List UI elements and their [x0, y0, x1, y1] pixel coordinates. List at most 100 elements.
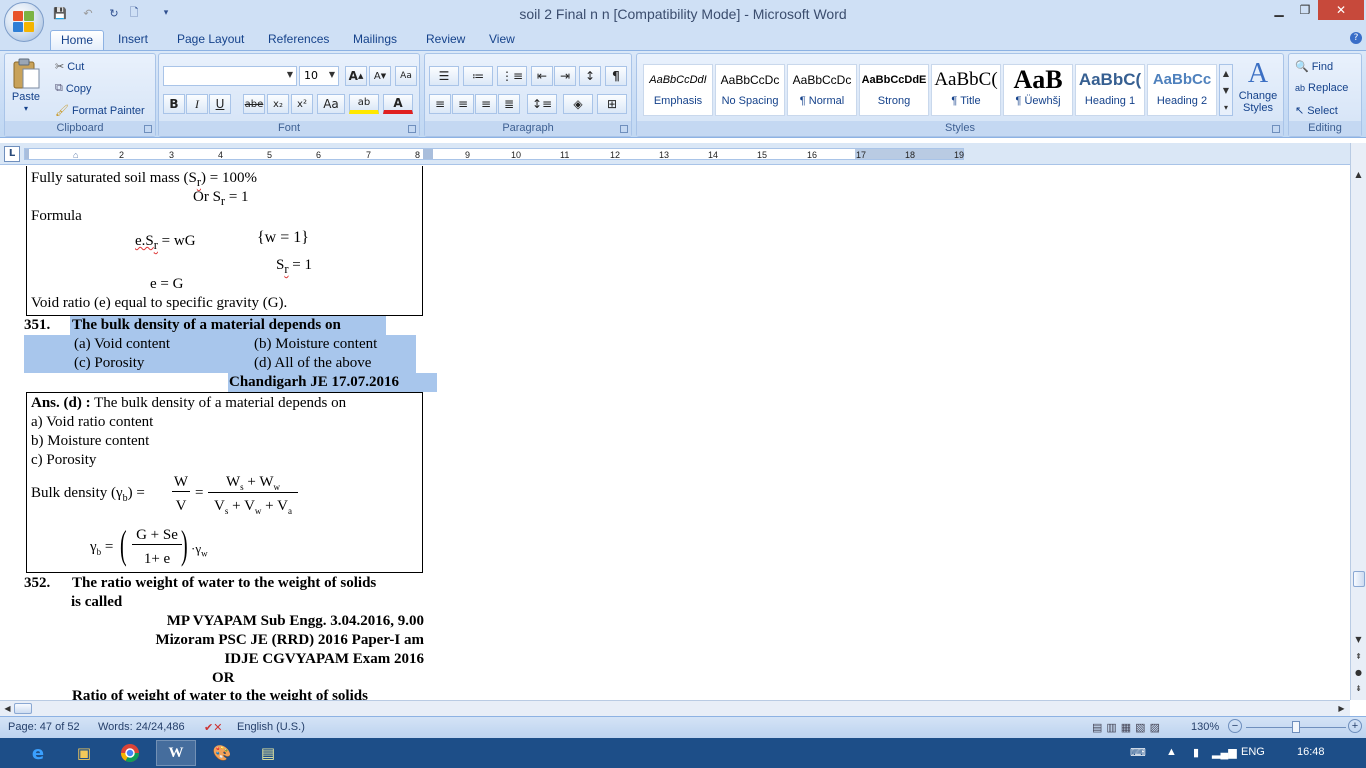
horizontal-scroll-thumb[interactable]: [14, 703, 32, 714]
tab-view[interactable]: View: [479, 30, 525, 50]
tab-insert[interactable]: Insert: [108, 30, 158, 50]
font-launcher-icon[interactable]: [408, 125, 416, 133]
word-count[interactable]: Words: 24/24,486: [98, 721, 185, 733]
styles-scroll[interactable]: ▲ ▼ ▾: [1219, 64, 1233, 116]
cut-button[interactable]: ✂ Cut: [55, 60, 84, 74]
style-heading-1[interactable]: AaBbC( Heading 1: [1075, 64, 1145, 116]
find-button[interactable]: 🔍 Find: [1295, 60, 1333, 74]
help-icon[interactable]: ?: [1350, 32, 1362, 44]
restore-button[interactable]: ❐: [1292, 0, 1318, 20]
document-canvas[interactable]: Fully saturated soil mass (Sr) = 100% Or…: [0, 166, 1350, 700]
clear-formatting-button[interactable]: Aa: [395, 66, 417, 86]
paste-button[interactable]: Paste ▾: [11, 58, 41, 113]
highlight-button[interactable]: ab: [349, 94, 379, 114]
align-left-icon[interactable]: ≡: [429, 94, 451, 114]
show-marks-icon[interactable]: ¶: [605, 66, 627, 86]
file-explorer-icon[interactable]: ▣: [64, 740, 104, 766]
chrome-icon[interactable]: [110, 740, 150, 766]
style-no-spacing[interactable]: AaBbCcDc No Spacing: [715, 64, 785, 116]
scroll-down-icon[interactable]: ▼: [1351, 632, 1366, 647]
network-icon[interactable]: ▂▄▆: [1212, 746, 1237, 759]
clipboard-launcher-icon[interactable]: [144, 125, 152, 133]
tab-review[interactable]: Review: [416, 30, 475, 50]
shading-icon[interactable]: ◈: [563, 94, 593, 114]
align-right-icon[interactable]: ≡: [475, 94, 497, 114]
show-hidden-icons-icon[interactable]: ▲: [1166, 746, 1177, 758]
strikethrough-button[interactable]: abe: [243, 94, 265, 114]
zoom-slider-thumb[interactable]: [1292, 721, 1300, 733]
font-color-button[interactable]: A: [383, 94, 413, 114]
tab-page-layout[interactable]: Page Layout: [167, 30, 254, 50]
zoom-in-button[interactable]: +: [1348, 719, 1362, 733]
previous-page-icon[interactable]: ⇞: [1351, 649, 1366, 664]
style-normal[interactable]: AaBbCcDc ¶ Normal: [787, 64, 857, 116]
vertical-scroll-thumb[interactable]: [1353, 571, 1365, 587]
language-indicator[interactable]: English (U.S.): [237, 721, 305, 733]
subscript-button[interactable]: x₂: [267, 94, 289, 114]
style-emphasis[interactable]: AaBbCcDdI Emphasis: [643, 64, 713, 116]
proofing-icon[interactable]: ✔✕: [204, 721, 222, 734]
horizontal-scrollbar[interactable]: ◀ ▶: [0, 700, 1350, 716]
format-painter-button[interactable]: 🖌 Format Painter: [55, 104, 145, 118]
select-button[interactable]: ↖ Select: [1295, 104, 1338, 118]
input-language[interactable]: ENG: [1241, 746, 1265, 758]
font-size-combo[interactable]: 10 ▼: [299, 66, 339, 86]
ruler-tick: 12: [610, 150, 621, 160]
multilevel-list-icon[interactable]: ⋮≡: [497, 66, 527, 86]
internet-explorer-icon[interactable]: e: [18, 740, 58, 766]
bullets-icon[interactable]: ☰: [429, 66, 459, 86]
horizontal-ruler[interactable]: ⌂ 2 3 4 5 6 7 8 9 10 11 12 13 14 15 16 1…: [24, 148, 964, 160]
tab-selector-button[interactable]: L: [4, 146, 20, 162]
styles-launcher-icon[interactable]: [1272, 125, 1280, 133]
style-title[interactable]: AaBbC( ¶ Title: [931, 64, 1001, 116]
style-strong[interactable]: AaBbCcDdE Strong: [859, 64, 929, 116]
style-custom[interactable]: AaB ¶ Üewhšj: [1003, 64, 1073, 116]
select-browse-object-icon[interactable]: ●: [1351, 665, 1366, 680]
close-button[interactable]: ✕: [1318, 0, 1364, 20]
font-name-combo[interactable]: ▼: [163, 66, 297, 86]
line-spacing-icon[interactable]: ↕≡: [527, 94, 557, 114]
justify-icon[interactable]: ≣: [498, 94, 520, 114]
align-center-icon[interactable]: ≡: [452, 94, 474, 114]
minimize-button[interactable]: ▁: [1266, 0, 1292, 20]
clock[interactable]: 16:48: [1297, 746, 1325, 758]
scroll-left-icon[interactable]: ◀: [0, 701, 15, 716]
copy-button[interactable]: ⧉ Copy: [55, 82, 92, 95]
borders-icon[interactable]: ⊞: [597, 94, 627, 114]
zoom-level[interactable]: 130%: [1191, 721, 1219, 733]
change-case-button[interactable]: Aa: [317, 94, 345, 114]
word-taskbar-icon[interactable]: W: [156, 740, 196, 766]
scroll-up-icon[interactable]: ▲: [1351, 167, 1366, 182]
paint-icon[interactable]: 🎨: [202, 740, 242, 766]
italic-button[interactable]: I: [186, 94, 208, 114]
grow-font-button[interactable]: A ▲: [345, 66, 367, 86]
tab-references[interactable]: References: [258, 30, 339, 50]
replace-button[interactable]: ab Replace: [1295, 82, 1348, 94]
sort-icon[interactable]: ↕: [579, 66, 601, 86]
vertical-scrollbar[interactable]: ▲ ▼ ⇞ ● ⇟: [1350, 143, 1366, 700]
increase-indent-icon[interactable]: ⇥: [554, 66, 576, 86]
indent-marker-icon[interactable]: ⌂: [73, 150, 78, 160]
superscript-button[interactable]: x²: [291, 94, 313, 114]
battery-icon[interactable]: ▮: [1193, 746, 1199, 759]
scroll-right-icon[interactable]: ▶: [1334, 701, 1349, 716]
zoom-out-button[interactable]: −: [1228, 719, 1242, 733]
next-page-icon[interactable]: ⇟: [1351, 681, 1366, 696]
page-count[interactable]: Page: 47 of 52: [8, 721, 80, 733]
paragraph-launcher-icon[interactable]: [620, 125, 628, 133]
numbering-icon[interactable]: ≔: [463, 66, 493, 86]
ruler-tick: 6: [316, 150, 322, 160]
view-buttons[interactable]: ▤▥▦▧▨: [1092, 721, 1164, 734]
change-styles-button[interactable]: A Change Styles: [1235, 58, 1281, 114]
office-button[interactable]: [4, 2, 44, 42]
shrink-font-button[interactable]: A ▼: [369, 66, 391, 86]
decrease-indent-icon[interactable]: ⇤: [531, 66, 553, 86]
bold-button[interactable]: B: [163, 94, 185, 114]
notepad-icon[interactable]: ▤: [248, 740, 288, 766]
tab-mailings[interactable]: Mailings: [343, 30, 407, 50]
option-b: (b) Moisture content: [254, 336, 378, 352]
keyboard-icon[interactable]: ⌨: [1130, 746, 1146, 759]
style-heading-2[interactable]: AaBbCc Heading 2: [1147, 64, 1217, 116]
underline-button[interactable]: U: [209, 94, 231, 114]
tab-home[interactable]: Home: [50, 30, 105, 50]
